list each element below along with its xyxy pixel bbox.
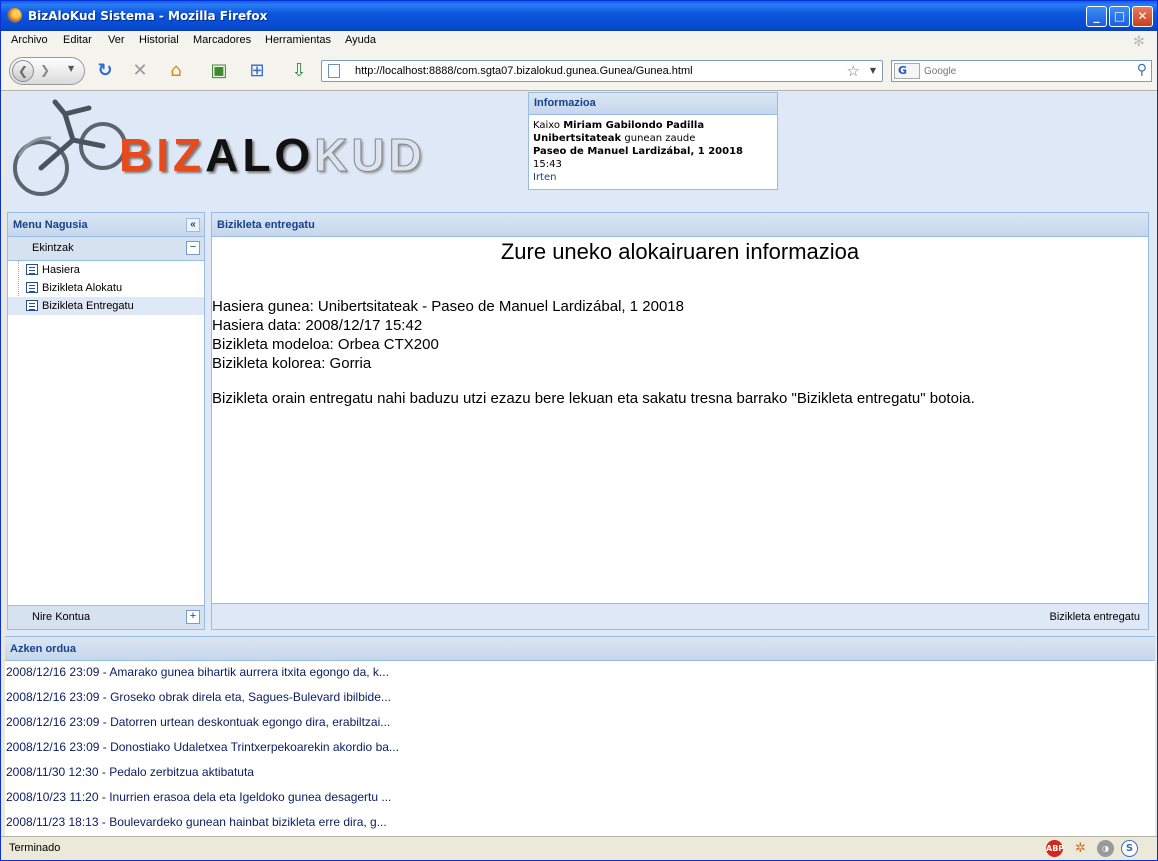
bike-color: Bizikleta kolorea: Gorria — [212, 355, 372, 372]
rental-info-heading: Zure uneko alokairuaren informazioa — [500, 239, 860, 264]
home-button[interactable]: ⌂ — [164, 59, 188, 83]
news-item[interactable]: 2008/12/16 23:09 - Datorren urtean desko… — [5, 711, 1155, 736]
maximize-button[interactable]: □ — [1109, 6, 1130, 27]
bicycle-icon — [13, 99, 127, 196]
back-button[interactable]: ❮ — [12, 60, 34, 82]
menu-bar: Archivo Editar Ver Historial Marcadores … — [1, 31, 1157, 51]
logo-text-kud: KUD — [314, 129, 426, 181]
url-text[interactable]: http://localhost:8888/com.sgta07.bizalok… — [355, 65, 693, 77]
url-dropdown-icon[interactable]: ▼ — [870, 66, 876, 75]
close-button[interactable]: ✕ — [1132, 6, 1153, 27]
navigation-toolbar: ❮ ❯ ▼ ↻ ✕ ⌂ ▣ ⊞ ⇩ http://localhost:8888/… — [1, 51, 1157, 91]
browser-window: BizAloKud Sistema - Mozilla Firefox _ □ … — [0, 0, 1158, 861]
logo-wordmark: BIZALOKUD — [119, 129, 426, 181]
page-icon — [328, 64, 340, 78]
news-item[interactable]: 2008/12/16 23:09 - Donostiako Udaletxea … — [5, 736, 1155, 761]
menu-marcadores[interactable]: Marcadores — [193, 34, 251, 46]
page-list-icon — [26, 264, 38, 275]
forward-button[interactable]: ❯ — [40, 63, 50, 77]
new-tab-icon[interactable]: ⊞ — [245, 59, 269, 83]
title-bar: BizAloKud Sistema - Mozilla Firefox _ □ … — [1, 1, 1157, 31]
tree-item-label: Hasiera — [42, 264, 80, 276]
news-panel: Azken ordua 2008/12/16 23:09 - Amarako g… — [5, 636, 1155, 836]
status-text: Terminado — [9, 842, 61, 854]
menu-editar[interactable]: Editar — [63, 34, 92, 46]
collapse-section-icon[interactable]: − — [186, 241, 200, 255]
page-list-icon — [26, 300, 38, 311]
search-input[interactable] — [924, 63, 1124, 79]
page-content: BIZALOKUD Informazioa Kaixo Miriam Gabil… — [5, 92, 1155, 836]
url-bar[interactable]: http://localhost:8888/com.sgta07.bizalok… — [321, 60, 883, 82]
section-nire-kontua[interactable]: Nire Kontua + — [8, 605, 204, 629]
station-address: Paseo de Manuel Lardizábal, 1 20018 — [533, 146, 743, 157]
bike-model: Bizikleta modeloa: Orbea CTX200 — [212, 336, 439, 353]
station-suffix: gunean zaude — [624, 133, 696, 144]
return-instructions: Bizikleta orain entregatu nahi baduzu ut… — [212, 390, 975, 407]
main-panel-toolbar: Bizikleta entregatu — [212, 603, 1148, 629]
main-menu-panel: Menu Nagusia « Ekintzak − Hasiera Bizikl… — [7, 212, 205, 630]
tree-item-label: Bizikleta Entregatu — [42, 300, 134, 312]
start-date: Hasiera data: 2008/12/17 15:42 — [212, 317, 423, 334]
window-title: BizAloKud Sistema - Mozilla Firefox — [28, 9, 268, 23]
minimize-button[interactable]: _ — [1086, 6, 1107, 27]
menu-ayuda[interactable]: Ayuda — [345, 34, 376, 46]
reload-button[interactable]: ↻ — [93, 59, 117, 83]
download-icon[interactable]: ⇩ — [287, 59, 311, 83]
main-panel-title: Bizikleta entregatu — [212, 213, 1148, 237]
tree-item-bizikleta-alokatu[interactable]: Bizikleta Alokatu — [8, 279, 204, 297]
new-folder-icon[interactable]: ▣ — [207, 59, 231, 83]
menu-historial[interactable]: Historial — [139, 34, 179, 46]
current-time: 15:43 — [533, 159, 562, 170]
menu-ver[interactable]: Ver — [108, 34, 125, 46]
info-panel-title: Informazioa — [529, 93, 777, 115]
logo-text-alo: ALO — [205, 129, 315, 181]
station-name: Unibertsitateak — [533, 133, 622, 144]
adblock-icon[interactable]: ABP — [1046, 840, 1064, 857]
section-nire-kontua-label: Nire Kontua — [32, 611, 91, 623]
firefox-icon — [7, 8, 22, 23]
tree-item-label: Bizikleta Alokatu — [42, 282, 123, 294]
user-name: Miriam Gabilondo Padilla — [563, 120, 705, 131]
rental-details: Hasiera gunea: Unibertsitateak - Paseo d… — [212, 297, 1148, 373]
main-panel-body: Zure uneko alokairuaren informazioa Hasi… — [212, 237, 1148, 603]
section-ekintzak[interactable]: Ekintzak − — [8, 237, 204, 261]
return-bike-button[interactable]: Bizikleta entregatu — [1050, 611, 1141, 623]
main-panel: Bizikleta entregatu Zure uneko alokairua… — [211, 212, 1149, 630]
stop-button[interactable]: ✕ — [128, 59, 152, 83]
tree-item-hasiera[interactable]: Hasiera — [8, 261, 204, 279]
status-bar: Terminado ABP ✲ ◑ S — [1, 836, 1157, 860]
tree-item-bizikleta-entregatu[interactable]: Bizikleta Entregatu — [8, 297, 204, 315]
menu-archivo[interactable]: Archivo — [11, 34, 48, 46]
news-item[interactable]: 2008/12/16 23:09 - Groseko obrak direla … — [5, 686, 1155, 711]
news-item[interactable]: 2008/11/30 12:30 - Pedalo zerbitzua akti… — [5, 761, 1155, 786]
firebug-icon[interactable]: ✲ — [1072, 840, 1089, 857]
logout-link[interactable]: Irten — [533, 171, 773, 184]
menu-herramientas[interactable]: Herramientas — [265, 34, 331, 46]
news-panel-title: Azken ordua — [5, 637, 1155, 661]
extension-icon[interactable]: ◑ — [1097, 840, 1114, 857]
collapse-panel-button[interactable]: « — [186, 218, 200, 232]
start-station: Hasiera gunea: Unibertsitateak - Paseo d… — [212, 298, 684, 315]
search-icon[interactable]: ⚲ — [1137, 62, 1147, 78]
page-list-icon — [26, 282, 38, 293]
expand-section-icon[interactable]: + — [186, 610, 200, 624]
history-dropdown-icon[interactable]: ▼ — [68, 64, 74, 73]
logo-text-biz: BIZ — [119, 129, 206, 181]
main-menu-title: Menu Nagusia — [13, 219, 88, 231]
info-panel: Informazioa Kaixo Miriam Gabilondo Padil… — [528, 92, 778, 190]
bizalokud-logo: BIZALOKUD — [11, 96, 523, 208]
throbber-icon: ✻ — [1133, 33, 1145, 49]
news-item[interactable]: 2008/11/23 18:13 - Boulevardeko gunean h… — [5, 811, 1155, 836]
greeting-text: Kaixo — [533, 120, 561, 131]
google-search-engine-icon[interactable]: G — [894, 63, 920, 79]
search-bar[interactable]: G ⚲ — [891, 60, 1152, 82]
bookmark-star-icon[interactable]: ☆ — [847, 62, 860, 80]
news-item[interactable]: 2008/10/23 11:20 - Inurrien erasoa dela … — [5, 786, 1155, 811]
action-tree: Hasiera Bizikleta Alokatu Bizikleta Entr… — [8, 261, 204, 315]
s-extension-icon[interactable]: S — [1121, 840, 1138, 857]
back-forward-group: ❮ ❯ ▼ — [9, 57, 85, 85]
news-item[interactable]: 2008/12/16 23:09 - Amarako gunea biharti… — [5, 661, 1155, 686]
section-ekintzak-label: Ekintzak — [32, 242, 74, 254]
